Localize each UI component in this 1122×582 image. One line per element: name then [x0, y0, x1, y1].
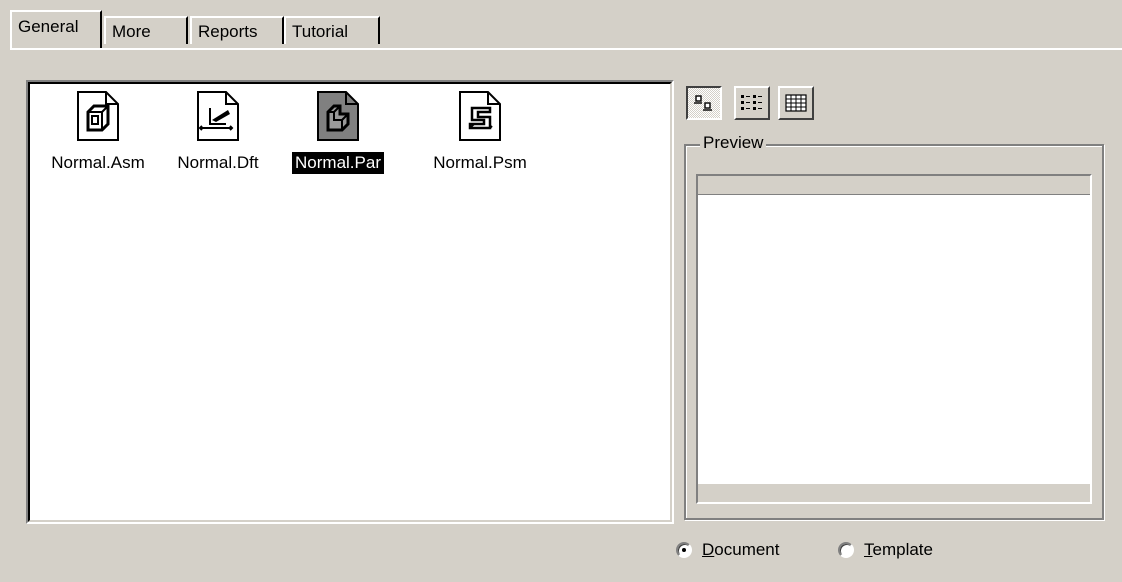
list-view-icon: [741, 95, 762, 110]
file-name: Normal.Dft: [177, 153, 259, 172]
preview-area: [696, 174, 1092, 504]
tab-tutorial[interactable]: Tutorial: [284, 16, 380, 44]
large-icons-view-button[interactable]: [686, 86, 722, 120]
radio-indicator: [676, 542, 692, 558]
radio-indicator: [838, 542, 854, 558]
tab-label: Tutorial: [292, 22, 349, 41]
details-view-button[interactable]: [778, 86, 814, 120]
tab-label: Reports: [198, 22, 258, 41]
template-radio[interactable]: Template: [838, 540, 933, 560]
tab-general[interactable]: General: [10, 10, 102, 48]
sheetmetal-document-icon: [459, 91, 501, 141]
part-document-icon: [317, 91, 359, 141]
document-radio-label: Document: [702, 540, 780, 559]
draft-document-icon: [197, 91, 239, 141]
tab-label: General: [18, 17, 79, 36]
file-item-normal-asm[interactable]: Normal.Asm: [38, 90, 158, 174]
preview-bottom-bar: [698, 483, 1090, 502]
file-item-normal-par[interactable]: Normal.Par: [278, 90, 398, 174]
tab-divider: [10, 48, 1122, 50]
tab-more[interactable]: More: [104, 16, 188, 44]
template-radio-label: Template: [864, 540, 933, 559]
file-item-normal-psm[interactable]: Normal.Psm: [420, 90, 540, 174]
template-file-list[interactable]: Normal.Asm Normal.Dft Normal.Par Normal.…: [26, 80, 674, 524]
assembly-document-icon: [77, 91, 119, 141]
file-name: Normal.Psm: [433, 153, 527, 172]
large-icons-view-icon: [694, 95, 712, 111]
file-item-normal-dft[interactable]: Normal.Dft: [158, 90, 278, 174]
tab-label: More: [112, 22, 151, 41]
preview-label: Preview: [700, 132, 767, 154]
details-view-icon: [785, 94, 807, 112]
preview-top-bar: [698, 176, 1090, 195]
list-view-button[interactable]: [734, 86, 770, 120]
file-name: Normal.Par: [292, 152, 384, 174]
document-radio[interactable]: Document: [676, 540, 779, 560]
tab-reports[interactable]: Reports: [190, 16, 284, 44]
file-name: Normal.Asm: [51, 153, 145, 172]
